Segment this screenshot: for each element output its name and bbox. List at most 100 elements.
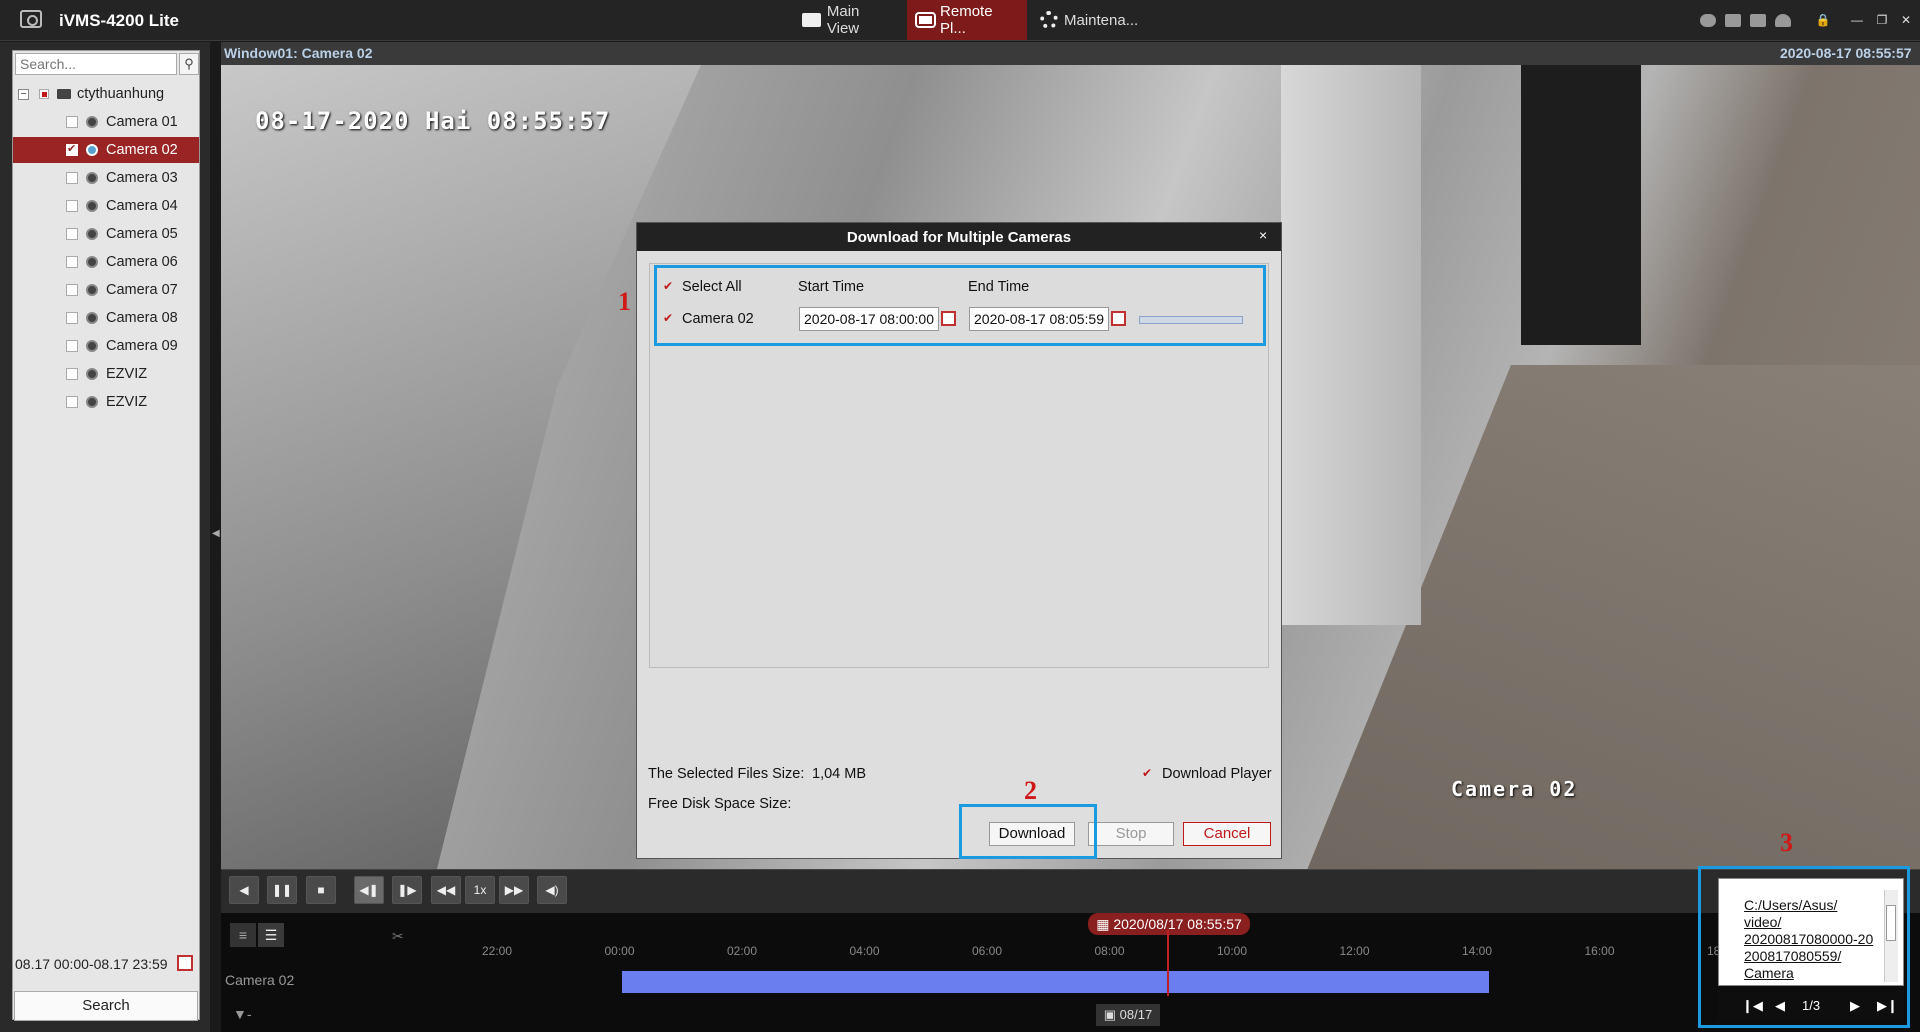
camera-checkbox[interactable] xyxy=(66,228,78,240)
camera-list-item[interactable]: Camera 04 xyxy=(13,193,199,219)
camera-label: EZVIZ xyxy=(106,394,148,410)
close-button[interactable]: ✕ xyxy=(1895,12,1917,28)
timeline-current-time: ▦ 2020/08/17 08:55:57 xyxy=(1088,913,1250,935)
tab-maintenance-label: Maintena... xyxy=(1064,11,1139,29)
camera-checkbox[interactable] xyxy=(66,340,78,352)
scissors-icon[interactable]: ✂ xyxy=(392,928,404,945)
camera-icon xyxy=(86,116,98,128)
calendar-icon[interactable] xyxy=(177,955,193,971)
dialog-close-icon[interactable]: × xyxy=(1259,227,1267,243)
camera-checkbox[interactable] xyxy=(66,368,78,380)
film-icon xyxy=(914,12,937,28)
camera-icon xyxy=(86,312,98,324)
collapse-toggle-icon[interactable]: − xyxy=(18,88,29,100)
camera-list-item[interactable]: Camera 02 xyxy=(13,137,199,163)
user-icon[interactable] xyxy=(1775,14,1791,27)
camera-label: Camera 01 xyxy=(106,114,178,130)
timeline-tick-label: 12:00 xyxy=(1339,944,1370,958)
monitor-icon[interactable] xyxy=(1750,14,1766,27)
camera-icon xyxy=(86,256,98,268)
osd-camera-name: Camera 02 xyxy=(1451,777,1578,801)
timeline-camera-label: Camera 02 xyxy=(225,972,295,988)
camera-list-item[interactable]: EZVIZ xyxy=(13,389,199,415)
restore-button[interactable]: ❐ xyxy=(1871,12,1893,28)
camera-label: Camera 09 xyxy=(106,338,178,354)
camera-checkbox[interactable] xyxy=(66,284,78,296)
search-input[interactable] xyxy=(15,53,177,75)
tree-root-label: ctythuanhung xyxy=(77,86,165,102)
camera-list-item[interactable]: Camera 09 xyxy=(13,333,199,359)
speed-up-button[interactable]: ▶▶ xyxy=(499,876,529,904)
lock-icon[interactable]: 🔒 xyxy=(1812,12,1834,28)
camera-icon xyxy=(86,200,98,212)
tab-main-view[interactable]: Main View xyxy=(792,0,902,40)
frame-forward-button[interactable]: ❚▶ xyxy=(392,876,422,904)
nvr-icon xyxy=(57,89,71,99)
timeline-date[interactable]: ▣ 08/17 xyxy=(1096,1004,1160,1026)
audio-icon[interactable]: ◀) xyxy=(537,876,567,904)
camera-label: Camera 07 xyxy=(106,282,178,298)
camera-icon xyxy=(86,368,98,380)
search-icon[interactable]: ⚲ xyxy=(179,53,199,75)
timeline-tick-label: 02:00 xyxy=(727,944,758,958)
stop-download-button[interactable]: Stop xyxy=(1088,822,1174,846)
camera-checkbox[interactable] xyxy=(66,200,78,212)
timeline-settings-icon[interactable]: ≡ xyxy=(230,923,256,947)
camera-icon xyxy=(86,172,98,184)
camera-list-item[interactable]: Camera 03 xyxy=(13,165,199,191)
reverse-play-button[interactable]: ◀ xyxy=(229,876,259,904)
camera-label: Camera 05 xyxy=(106,226,178,242)
cancel-button[interactable]: Cancel xyxy=(1183,822,1271,846)
filter-icon[interactable]: ▼- xyxy=(233,1006,252,1022)
camera-checkbox[interactable] xyxy=(66,142,78,156)
slow-down-button[interactable]: ◀◀ xyxy=(431,876,461,904)
collapse-panel-icon[interactable]: ◀ xyxy=(212,528,220,539)
tab-maintenance[interactable]: Maintena... xyxy=(1030,0,1150,40)
camera-label: Camera 08 xyxy=(106,310,178,326)
camera-label: Camera 02 xyxy=(106,142,178,158)
camera-list-item[interactable]: Camera 08 xyxy=(13,305,199,331)
camera-checkbox[interactable] xyxy=(66,256,78,268)
camera-list-item[interactable]: Camera 06 xyxy=(13,249,199,275)
camera-checkbox[interactable] xyxy=(66,396,78,408)
video-frame-wall xyxy=(221,65,701,869)
timeline-cursor[interactable] xyxy=(1167,930,1169,996)
tab-remote-playback[interactable]: Remote Pl... xyxy=(907,0,1027,40)
stop-button[interactable]: ■ xyxy=(306,876,336,904)
timeline-adjust-icon[interactable]: ☰ xyxy=(258,923,284,947)
checkmark-icon xyxy=(1142,766,1154,782)
download-player-checkbox[interactable] xyxy=(1142,766,1154,785)
frame-back-button[interactable]: ◀❚ xyxy=(354,876,384,904)
timeline-date-text: 08/17 xyxy=(1119,1007,1153,1022)
root-checkbox[interactable] xyxy=(39,89,49,99)
search-button[interactable]: Search xyxy=(14,991,198,1021)
camera-list-item[interactable]: Camera 05 xyxy=(13,221,199,247)
timeline-tick-label: 04:00 xyxy=(849,944,880,958)
camera-icon xyxy=(86,340,98,352)
camera-checkbox[interactable] xyxy=(66,172,78,184)
app-logo-icon xyxy=(20,10,42,28)
timeline-tick-label: 08:00 xyxy=(1094,944,1125,958)
annotation-number-2: 2 xyxy=(1024,776,1037,805)
tree-root-group[interactable]: − ctythuanhung xyxy=(13,81,199,107)
pause-button[interactable]: ❚❚ xyxy=(267,876,297,904)
camera-list-item[interactable]: Camera 07 xyxy=(13,277,199,303)
minimize-button[interactable]: — xyxy=(1846,12,1868,28)
camera-label: Camera 06 xyxy=(106,254,178,270)
camera-icon xyxy=(86,228,98,240)
camera-list-item[interactable]: EZVIZ xyxy=(13,361,199,387)
date-range-field[interactable]: 08.17 00:00-08.17 23:59 xyxy=(13,951,199,977)
annotation-box-2 xyxy=(959,804,1097,859)
cloud-icon[interactable] xyxy=(1700,14,1716,27)
video-frame-pillar xyxy=(1281,65,1421,625)
camera-label: Camera 04 xyxy=(106,198,178,214)
camera-checkbox[interactable] xyxy=(66,116,78,128)
recording-segment[interactable] xyxy=(622,971,1489,993)
camera-list-item[interactable]: Camera 01 xyxy=(13,109,199,135)
dialog-title: Download for Multiple Cameras xyxy=(846,229,1072,246)
list-icon[interactable] xyxy=(1725,14,1741,27)
video-window-title: Window01: Camera 02 xyxy=(224,45,373,61)
camera-label: Camera 03 xyxy=(106,170,178,186)
timeline-tick-label: 22:00 xyxy=(482,944,513,958)
camera-checkbox[interactable] xyxy=(66,312,78,324)
